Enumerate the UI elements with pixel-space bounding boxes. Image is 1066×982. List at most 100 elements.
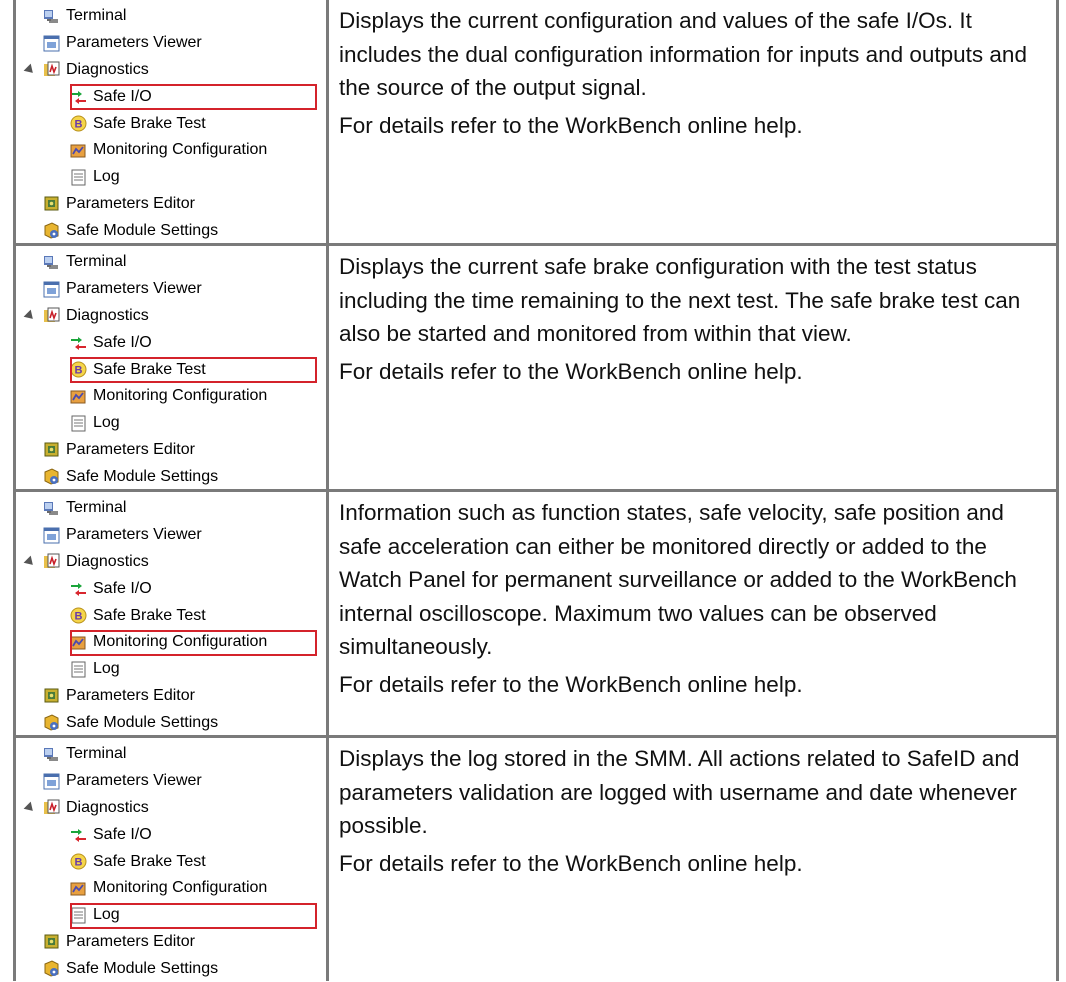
tree-item-parameters-editor[interactable]: Parameters Editor	[16, 437, 326, 464]
navigation-tree: Terminal Parameters Viewer Diagnostics Safe…	[16, 495, 326, 736]
tree-item-parameters-viewer[interactable]: Parameters Viewer	[16, 522, 326, 549]
tree-item-safe-module-settings[interactable]: Safe Module Settings	[16, 709, 326, 736]
tree-item-label: Parameters Editor	[66, 932, 195, 950]
tree-item-label: Safe I/O	[93, 87, 152, 105]
tree-item-label: Parameters Viewer	[66, 772, 202, 790]
description-text: Displays the current configuration and v…	[339, 8, 1027, 100]
tree-item-safe-module-settings[interactable]: Safe Module Settings	[16, 955, 326, 982]
tree-item-safe-brake-test[interactable]: Safe Brake Test	[16, 110, 326, 137]
tree-item-parameters-viewer[interactable]: Parameters Viewer	[16, 276, 326, 303]
description-cell: Displays the current configuration and v…	[326, 0, 1059, 246]
safe-io-icon	[70, 580, 87, 597]
tree-item-label: Safe Brake Test	[93, 114, 206, 132]
description: Displays the current safe brake configur…	[339, 250, 1048, 388]
tree-item-diagnostics[interactable]: Diagnostics	[16, 795, 326, 822]
tree-item-label: Monitoring Configuration	[93, 387, 268, 405]
description-cell: Information such as function states, saf…	[326, 489, 1059, 738]
table-row: Terminal Parameters Viewer Diagnostics Safe…	[13, 489, 1059, 738]
parameters-viewer-icon	[43, 773, 60, 790]
expand-arrow-icon[interactable]	[23, 63, 37, 76]
diagnostics-icon	[43, 307, 60, 324]
tree-item-label: Safe I/O	[93, 333, 152, 351]
tree-item-safe-io[interactable]: Safe I/O	[16, 329, 326, 356]
monitoring-configuration-icon	[70, 388, 87, 405]
tree-item-terminal[interactable]: Terminal	[16, 249, 326, 276]
tree-item-label: Log	[93, 660, 120, 678]
table-row: Terminal Parameters Viewer Diagnostics Safe…	[13, 243, 1059, 492]
tree-item-label: Safe Module Settings	[66, 713, 219, 731]
diagnostics-icon	[43, 553, 60, 570]
terminal-icon	[43, 254, 60, 271]
expand-arrow-icon[interactable]	[23, 309, 37, 322]
tree-item-label: Diagnostics	[66, 798, 149, 816]
tree-item-terminal[interactable]: Terminal	[16, 741, 326, 768]
tree-item-label: Log	[93, 168, 120, 186]
tree-item-diagnostics[interactable]: Diagnostics	[16, 549, 326, 576]
monitoring-configuration-icon	[70, 142, 87, 159]
tree-item-label: Diagnostics	[66, 552, 149, 570]
navigation-tree: Terminal Parameters Viewer Diagnostics Safe…	[16, 249, 326, 490]
safe-brake-test-icon	[70, 607, 87, 624]
tree-item-label: Parameters Viewer	[66, 280, 202, 298]
tree-item-safe-module-settings[interactable]: Safe Module Settings	[16, 217, 326, 244]
tree-item-label: Safe Brake Test	[93, 606, 206, 624]
tree-item-log[interactable]: Log	[16, 410, 326, 437]
description-text: Displays the current safe brake configur…	[339, 254, 1021, 346]
tree-item-monitoring-configuration[interactable]: Monitoring Configuration	[16, 137, 326, 164]
monitoring-configuration-icon	[70, 634, 87, 651]
description: Information such as function states, saf…	[339, 496, 1048, 701]
tree-item-log[interactable]: Log	[16, 164, 326, 191]
tree-item-label: Safe Module Settings	[66, 221, 219, 239]
expand-arrow-icon[interactable]	[23, 555, 37, 568]
diagnostics-icon	[43, 799, 60, 816]
safe-io-icon	[70, 88, 87, 105]
tree-item-safe-io[interactable]: Safe I/O	[16, 575, 326, 602]
log-icon	[70, 169, 87, 186]
tree-item-label: Monitoring Configuration	[93, 879, 268, 897]
tree-item-label: Safe Module Settings	[66, 467, 219, 485]
safe-module-settings-icon	[43, 960, 60, 977]
table-row: Terminal Parameters Viewer Diagnostics Safe…	[13, 0, 1059, 246]
tree-item-label: Monitoring Configuration	[93, 633, 268, 651]
tree-cell: Terminal Parameters Viewer Diagnostics Safe…	[13, 489, 329, 738]
tree-item-safe-io[interactable]: Safe I/O	[16, 83, 326, 111]
tree-item-log[interactable]: Log	[16, 656, 326, 683]
tree-item-label: Safe I/O	[93, 825, 152, 843]
parameters-editor-icon	[43, 933, 60, 950]
terminal-icon	[43, 8, 60, 25]
tree-item-label: Terminal	[66, 7, 127, 25]
log-icon	[70, 661, 87, 678]
tree-item-diagnostics[interactable]: Diagnostics	[16, 57, 326, 84]
tree-item-terminal[interactable]: Terminal	[16, 3, 326, 30]
tree-item-terminal[interactable]: Terminal	[16, 495, 326, 522]
tree-item-safe-brake-test[interactable]: Safe Brake Test	[16, 356, 326, 383]
log-icon	[70, 415, 87, 432]
tree-item-label: Terminal	[66, 499, 127, 517]
terminal-icon	[43, 746, 60, 763]
tree-item-label: Parameters Viewer	[66, 526, 202, 544]
tree-item-diagnostics[interactable]: Diagnostics	[16, 303, 326, 330]
tree-item-safe-module-settings[interactable]: Safe Module Settings	[16, 463, 326, 490]
safe-brake-test-icon	[70, 361, 87, 378]
navigation-tree: Terminal Parameters Viewer Diagnostics Safe…	[16, 3, 326, 244]
tree-item-label: Parameters Editor	[66, 686, 195, 704]
parameters-viewer-icon	[43, 281, 60, 298]
tree-item-parameters-viewer[interactable]: Parameters Viewer	[16, 768, 326, 795]
tree-item-label: Diagnostics	[66, 306, 149, 324]
tree-item-parameters-editor[interactable]: Parameters Editor	[16, 683, 326, 710]
tree-item-monitoring-configuration[interactable]: Monitoring Configuration	[16, 629, 326, 656]
tree-item-safe-brake-test[interactable]: Safe Brake Test	[16, 602, 326, 629]
tree-item-parameters-editor[interactable]: Parameters Editor	[16, 929, 326, 956]
tree-item-log[interactable]: Log	[16, 902, 326, 929]
parameters-viewer-icon	[43, 527, 60, 544]
tree-item-monitoring-configuration[interactable]: Monitoring Configuration	[16, 875, 326, 902]
expand-arrow-icon[interactable]	[23, 801, 37, 814]
tree-item-safe-brake-test[interactable]: Safe Brake Test	[16, 848, 326, 875]
tree-item-safe-io[interactable]: Safe I/O	[16, 821, 326, 848]
tree-item-monitoring-configuration[interactable]: Monitoring Configuration	[16, 383, 326, 410]
table-row: Terminal Parameters Viewer Diagnostics Safe…	[13, 735, 1059, 982]
tree-item-parameters-viewer[interactable]: Parameters Viewer	[16, 30, 326, 57]
help-reference-text: For details refer to the WorkBench onlin…	[339, 358, 803, 384]
diagnostics-icon	[43, 61, 60, 78]
tree-item-parameters-editor[interactable]: Parameters Editor	[16, 191, 326, 218]
